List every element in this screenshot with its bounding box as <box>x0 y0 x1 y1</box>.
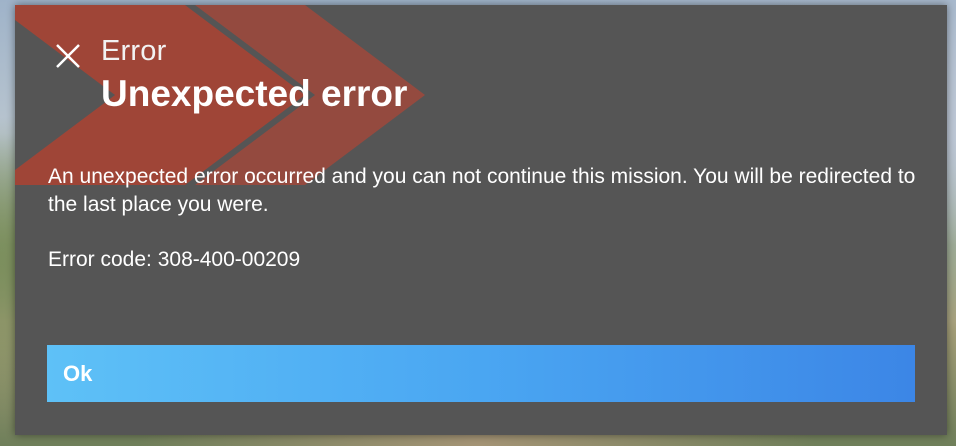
close-icon <box>56 44 80 68</box>
dialog-title: Unexpected error <box>101 73 408 114</box>
ok-button[interactable]: Ok <box>47 345 915 402</box>
error-message: An unexpected error occurred and you can… <box>48 165 916 216</box>
error-code: Error code: 308-400-00209 <box>48 248 301 271</box>
background-scene: Error Unexpected error An unexpected err… <box>0 0 956 446</box>
close-button[interactable] <box>53 41 83 71</box>
error-dialog: Error Unexpected error An unexpected err… <box>15 5 947 435</box>
dialog-kicker: Error <box>101 35 167 67</box>
ok-button-label: Ok <box>63 360 93 386</box>
